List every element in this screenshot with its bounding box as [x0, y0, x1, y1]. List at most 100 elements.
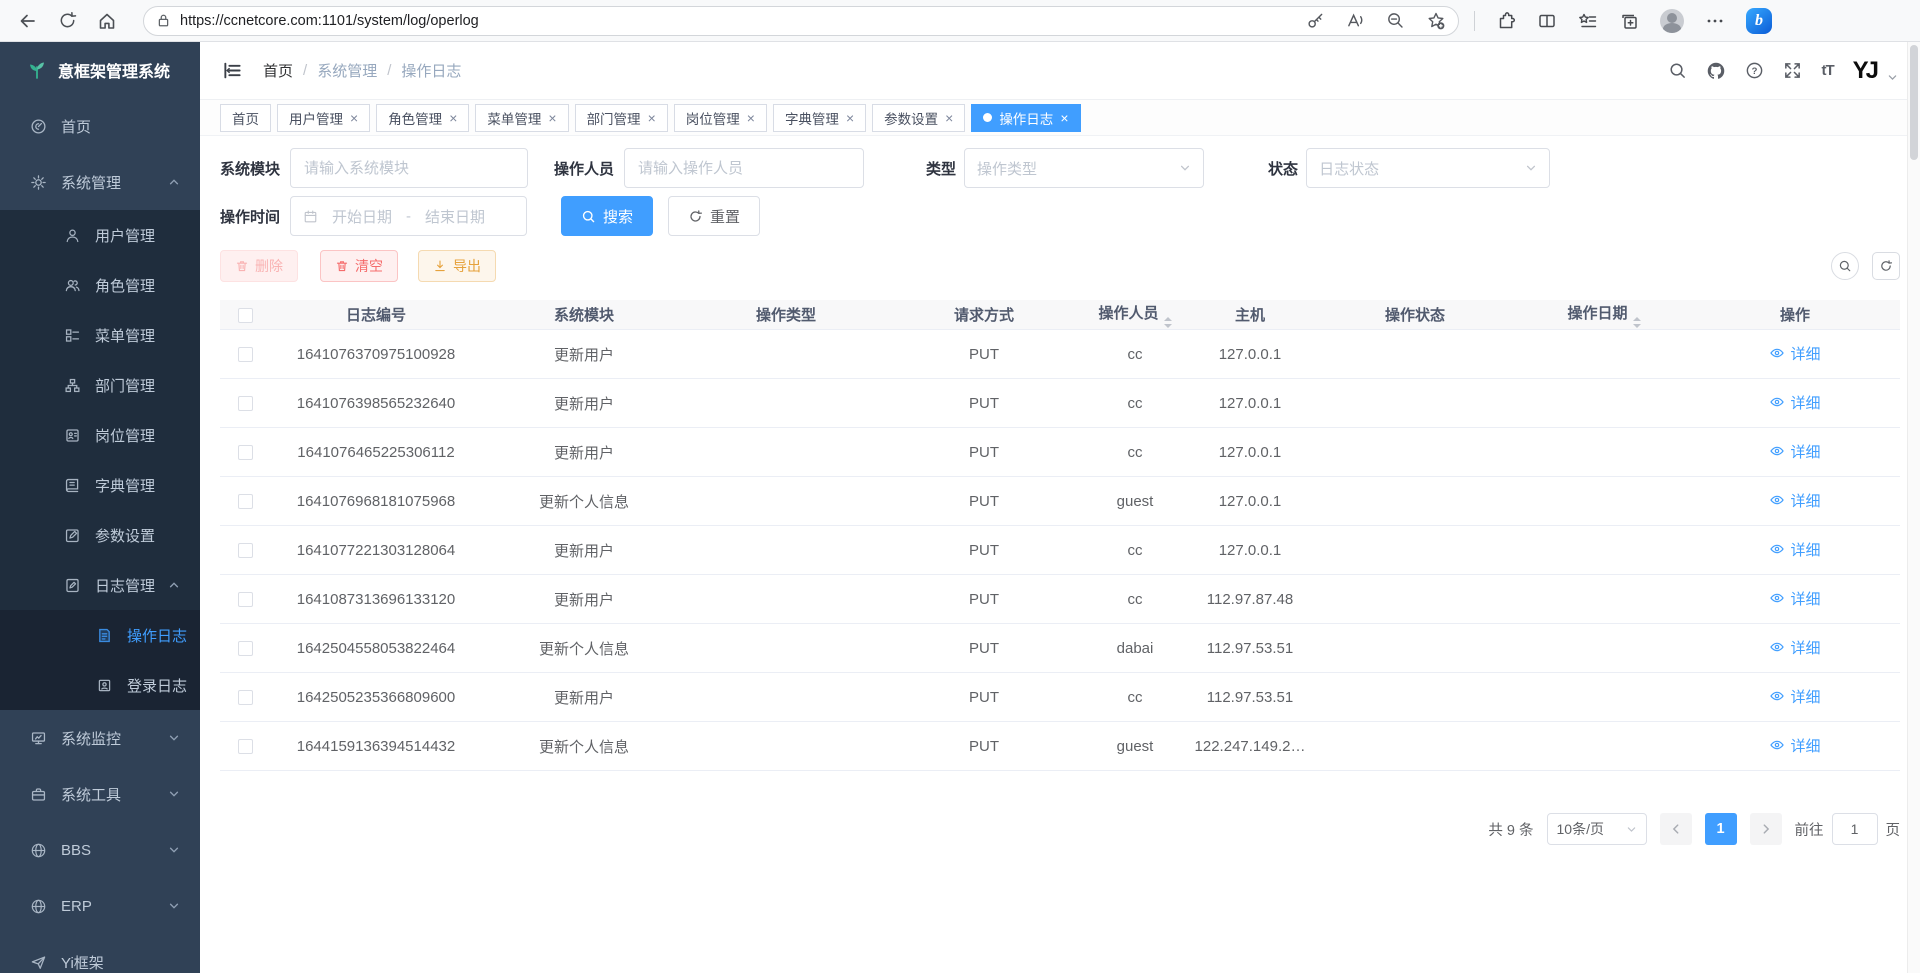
col-operator[interactable]: 操作人员	[1082, 302, 1188, 328]
search-icon[interactable]	[1668, 61, 1687, 80]
sidebar-item-bbs[interactable]: BBS	[0, 822, 200, 878]
close-icon[interactable]: ×	[548, 111, 556, 125]
row-checkbox[interactable]	[238, 690, 253, 705]
tab-dept-mgmt[interactable]: 部门管理×	[575, 104, 668, 132]
row-checkbox[interactable]	[238, 739, 253, 754]
refresh-table-button[interactable]	[1872, 252, 1900, 280]
settings-menu-icon[interactable]	[1705, 11, 1725, 31]
tab-dict-mgmt[interactable]: 字典管理×	[773, 104, 866, 132]
sidebar-item-log-mgmt[interactable]: 日志管理	[0, 560, 200, 610]
row-checkbox[interactable]	[238, 347, 253, 362]
fullscreen-icon[interactable]	[1783, 61, 1802, 80]
prev-page-button[interactable]	[1660, 813, 1692, 845]
date-range-picker[interactable]: 开始日期 - 结束日期	[290, 196, 527, 236]
scrollbar-thumb[interactable]	[1910, 45, 1918, 160]
user-logo[interactable]: YJ	[1853, 59, 1876, 83]
close-icon[interactable]: ×	[648, 111, 656, 125]
split-screen-icon[interactable]	[1537, 11, 1557, 31]
sidebar-item-system-mgmt[interactable]: 系统管理	[0, 154, 200, 210]
detail-link[interactable]: 详细	[1769, 490, 1820, 511]
sidebar-item-erp[interactable]: ERP	[0, 878, 200, 934]
show-search-button[interactable]	[1831, 252, 1859, 280]
detail-link[interactable]: 详细	[1769, 343, 1820, 364]
help-icon[interactable]: ?	[1745, 61, 1764, 80]
tab-home[interactable]: 首页	[220, 104, 271, 132]
page-number-current[interactable]: 1	[1705, 813, 1737, 845]
sort-caret-icon[interactable]	[1164, 317, 1172, 328]
clear-button[interactable]: 清空	[320, 250, 398, 282]
col-date[interactable]: 操作日期	[1518, 302, 1690, 328]
copilot-icon[interactable]: b	[1746, 8, 1772, 34]
sidebar-item-menu-mgmt[interactable]: 菜单管理	[0, 310, 200, 360]
sidebar-item-system-monitor[interactable]: 系统监控	[0, 710, 200, 766]
next-page-button[interactable]	[1750, 813, 1782, 845]
tab-post-mgmt[interactable]: 岗位管理×	[674, 104, 767, 132]
address-bar[interactable]: https://ccnetcore.com:1101/system/log/op…	[143, 6, 1459, 36]
close-icon[interactable]: ×	[449, 111, 457, 125]
github-icon[interactable]	[1706, 61, 1726, 81]
extensions-icon[interactable]	[1496, 11, 1516, 31]
chevron-down-icon[interactable]	[1887, 72, 1898, 83]
close-icon[interactable]: ×	[945, 111, 953, 125]
favorite-star-icon[interactable]	[1426, 11, 1446, 31]
detail-link[interactable]: 详细	[1769, 637, 1820, 658]
module-input[interactable]	[290, 148, 528, 188]
close-icon[interactable]: ×	[350, 111, 358, 125]
collapse-sidebar-icon[interactable]	[222, 60, 243, 81]
close-icon[interactable]: ×	[846, 111, 854, 125]
row-checkbox[interactable]	[238, 396, 253, 411]
sidebar-item-login-log[interactable]: 登录日志	[0, 660, 200, 710]
row-checkbox[interactable]	[238, 494, 253, 509]
home-icon[interactable]	[97, 11, 117, 31]
sidebar-item-dict-mgmt[interactable]: 字典管理	[0, 460, 200, 510]
tab-param-settings[interactable]: 参数设置×	[872, 104, 965, 132]
page-size-select[interactable]: 10条/页	[1547, 813, 1647, 845]
delete-button[interactable]: 删除	[220, 250, 298, 282]
favorites-bar-icon[interactable]	[1578, 11, 1598, 31]
sidebar-item-home[interactable]: 首页	[0, 98, 200, 154]
sidebar-item-post-mgmt[interactable]: 岗位管理	[0, 410, 200, 460]
reset-button[interactable]: 重置	[668, 196, 760, 236]
tab-menu-mgmt[interactable]: 菜单管理×	[475, 104, 568, 132]
back-icon[interactable]	[18, 11, 38, 31]
password-key-icon[interactable]	[1306, 11, 1325, 30]
zoom-out-icon[interactable]	[1386, 11, 1405, 30]
detail-link[interactable]: 详细	[1769, 735, 1820, 756]
type-select[interactable]: 操作类型	[964, 148, 1204, 188]
sort-caret-icon[interactable]	[1633, 317, 1641, 328]
collections-icon[interactable]	[1619, 11, 1639, 31]
sidebar-item-system-tools[interactable]: 系统工具	[0, 766, 200, 822]
profile-avatar[interactable]	[1660, 9, 1684, 33]
row-checkbox[interactable]	[238, 641, 253, 656]
close-icon[interactable]: ×	[1060, 111, 1068, 125]
read-aloud-icon[interactable]	[1346, 11, 1365, 30]
status-select[interactable]: 日志状态	[1306, 148, 1550, 188]
tab-oper-log-active[interactable]: 操作日志×	[971, 104, 1080, 132]
sidebar-item-role-mgmt[interactable]: 角色管理	[0, 260, 200, 310]
font-size-icon[interactable]: tT	[1821, 62, 1833, 79]
tab-role-mgmt[interactable]: 角色管理×	[376, 104, 469, 132]
sidebar-item-param-settings[interactable]: 参数设置	[0, 510, 200, 560]
breadcrumb-home[interactable]: 首页	[263, 60, 293, 81]
operator-input[interactable]	[624, 148, 864, 188]
export-button[interactable]: 导出	[418, 250, 496, 282]
search-button[interactable]: 搜索	[561, 196, 653, 236]
detail-link[interactable]: 详细	[1769, 539, 1820, 560]
sidebar-item-oper-log[interactable]: 操作日志	[0, 610, 200, 660]
refresh-icon[interactable]	[58, 11, 77, 30]
sidebar-item-dept-mgmt[interactable]: 部门管理	[0, 360, 200, 410]
detail-link[interactable]: 详细	[1769, 588, 1820, 609]
page-scrollbar[interactable]	[1907, 42, 1920, 973]
goto-page-input[interactable]	[1832, 813, 1878, 845]
detail-link[interactable]: 详细	[1769, 441, 1820, 462]
detail-link[interactable]: 详细	[1769, 392, 1820, 413]
sidebar-item-user-mgmt[interactable]: 用户管理	[0, 210, 200, 260]
row-checkbox[interactable]	[238, 592, 253, 607]
sidebar-item-yi-framework[interactable]: Yi框架	[0, 934, 200, 973]
row-checkbox[interactable]	[238, 543, 253, 558]
tab-user-mgmt[interactable]: 用户管理×	[277, 104, 370, 132]
close-icon[interactable]: ×	[747, 111, 755, 125]
detail-link[interactable]: 详细	[1769, 686, 1820, 707]
row-checkbox[interactable]	[238, 445, 253, 460]
select-all-checkbox[interactable]	[238, 308, 253, 323]
